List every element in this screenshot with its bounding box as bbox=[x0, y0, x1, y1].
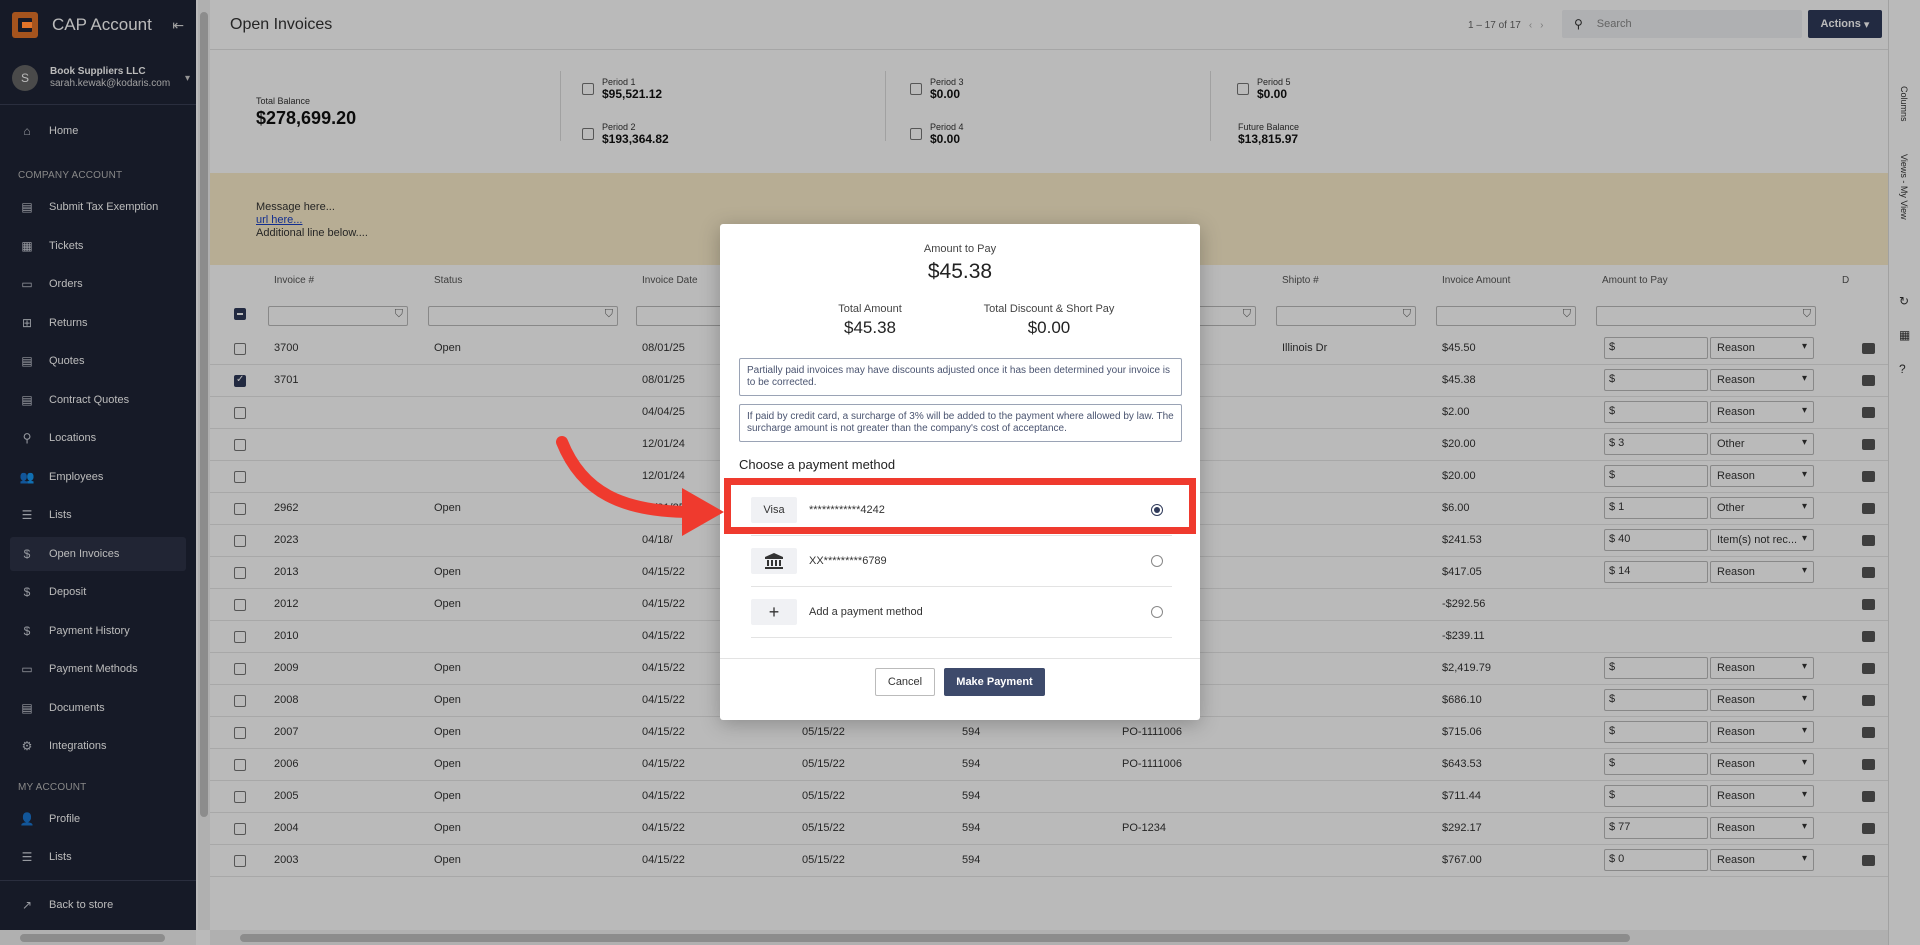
payment-dialog: Amount to Pay $45.38 Total Amount $45.38… bbox=[720, 224, 1200, 720]
visa-badge: Visa bbox=[751, 497, 797, 523]
bank-icon bbox=[751, 548, 797, 574]
choose-payment-heading: Choose a payment method bbox=[739, 457, 896, 472]
payment-method-visa[interactable]: Visa ************4242 bbox=[751, 485, 1172, 536]
make-payment-button[interactable]: Make Payment bbox=[944, 668, 1045, 696]
payment-method-add[interactable]: + Add a payment method bbox=[751, 587, 1172, 638]
amount-to-pay-value: $45.38 bbox=[927, 260, 993, 283]
total-amount-label: Total Amount bbox=[838, 303, 902, 315]
payment-method-radio[interactable] bbox=[1151, 555, 1163, 567]
payment-method-bank[interactable]: XX*********6789 bbox=[751, 536, 1172, 587]
payment-method-label: ************4242 bbox=[809, 504, 885, 516]
amount-to-pay-label: Amount to Pay bbox=[923, 243, 997, 255]
total-discount-value: $0.00 bbox=[1027, 318, 1071, 337]
partial-payment-notice: Partially paid invoices may have discoun… bbox=[739, 358, 1182, 396]
payment-method-radio[interactable] bbox=[1151, 504, 1163, 516]
total-discount-label: Total Discount & Short Pay bbox=[983, 303, 1115, 315]
payment-method-label: XX*********6789 bbox=[809, 555, 887, 567]
surcharge-notice: If paid by credit card, a surcharge of 3… bbox=[739, 404, 1182, 442]
total-amount-value: $45.38 bbox=[844, 318, 896, 337]
payment-method-radio[interactable] bbox=[1151, 606, 1163, 618]
divider bbox=[720, 658, 1200, 659]
plus-icon: + bbox=[751, 599, 797, 625]
annotation-arrow-icon bbox=[556, 436, 724, 536]
cancel-button[interactable]: Cancel bbox=[875, 668, 935, 696]
payment-method-label: Add a payment method bbox=[809, 606, 923, 618]
